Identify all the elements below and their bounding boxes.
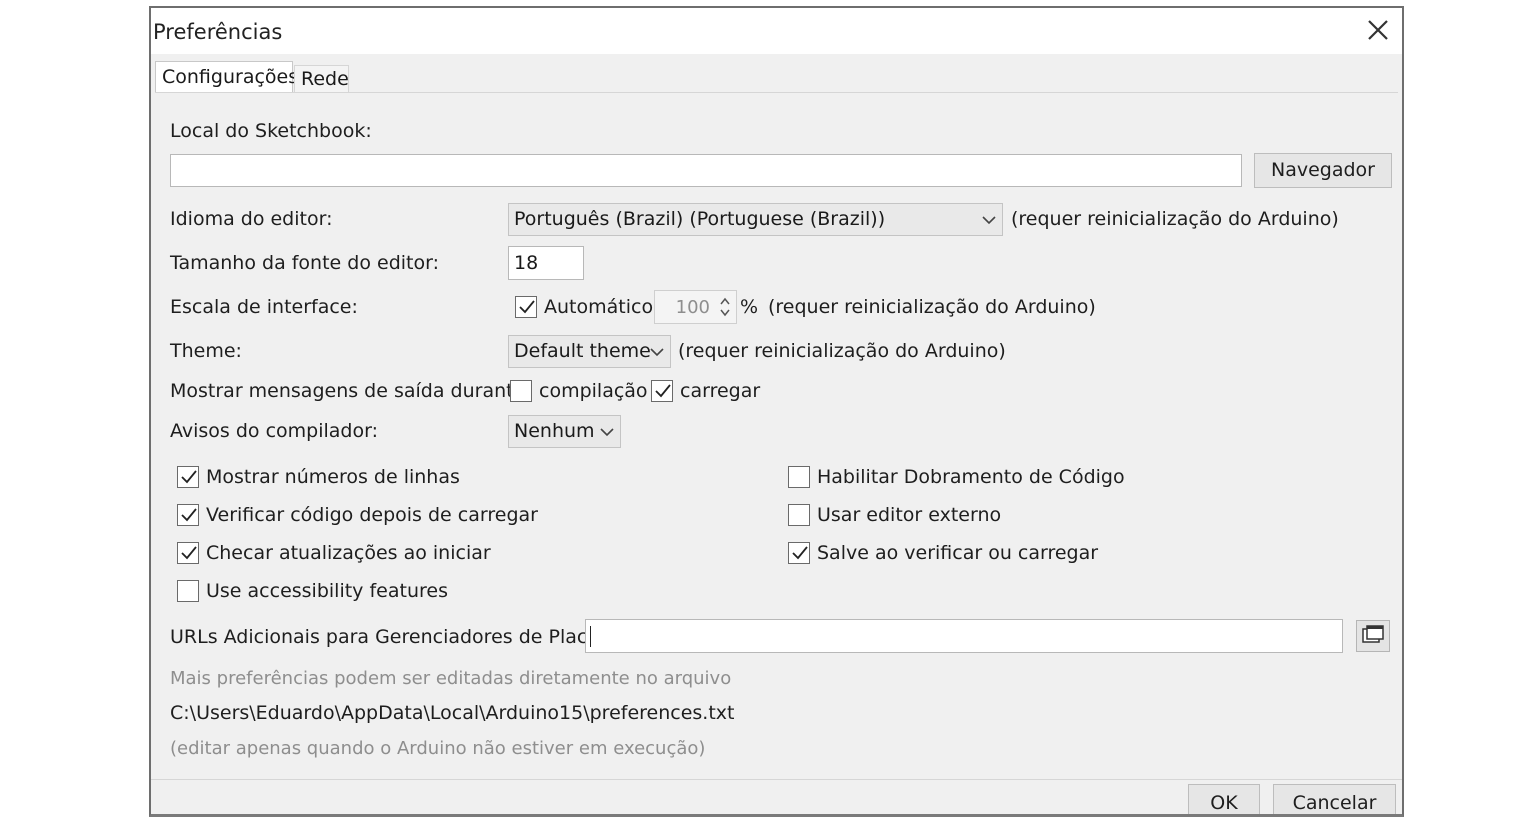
accessibility-checkbox[interactable] (177, 580, 199, 602)
tab-rede[interactable]: Rede (294, 65, 349, 93)
check-icon (655, 384, 671, 398)
scale-value: 100 (675, 297, 710, 318)
scale-label: Escala de interface: (170, 296, 358, 318)
language-select[interactable]: Português (Brazil) (Portuguese (Brazil)) (508, 203, 1003, 236)
window-expand-icon[interactable] (1356, 620, 1390, 652)
check-icon (792, 546, 808, 560)
scale-spinner[interactable]: 100 (654, 290, 737, 324)
tab-configuracoes[interactable]: Configurações (155, 61, 298, 93)
warnings-value: Nenhum (514, 420, 595, 442)
edit-note: (editar apenas quando o Arduino não esti… (170, 738, 706, 759)
preferences-path: C:\Users\Eduardo\AppData\Local\Arduino15… (170, 702, 735, 724)
theme-label: Theme: (170, 340, 242, 362)
title-bar: Preferências (151, 8, 1402, 54)
chevron-down-icon (982, 208, 996, 228)
preferences-dialog: Preferências Configurações Rede Local do… (149, 6, 1404, 817)
check-icon (519, 300, 535, 314)
close-icon[interactable] (1364, 16, 1392, 44)
spinner-arrows-icon[interactable] (718, 296, 732, 322)
verify-after-upload-label: Verificar código depois de carregar (206, 504, 538, 526)
output-compile-checkbox[interactable] (510, 380, 532, 402)
check-icon (181, 546, 197, 560)
show-line-numbers-checkbox[interactable] (177, 466, 199, 488)
verify-after-upload-checkbox[interactable] (177, 504, 199, 526)
chevron-down-icon (600, 420, 614, 440)
chevron-down-icon (650, 340, 664, 360)
code-folding-checkbox[interactable] (788, 466, 810, 488)
scale-auto-label: Automático (544, 296, 654, 318)
language-label: Idioma do editor: (170, 208, 333, 230)
scale-unit: % (740, 296, 759, 318)
browse-button[interactable]: Navegador (1254, 153, 1392, 188)
warnings-select[interactable]: Nenhum (508, 415, 621, 448)
sketchbook-label: Local do Sketchbook: (170, 120, 372, 142)
board-urls-label: URLs Adicionais para Gerenciadores de Pl… (170, 626, 616, 648)
show-line-numbers-label: Mostrar números de linhas (206, 466, 460, 488)
ok-button[interactable]: OK (1188, 784, 1260, 814)
font-size-label: Tamanho da fonte do editor: (170, 252, 439, 274)
output-label: Mostrar mensagens de saída durante: (170, 380, 532, 402)
save-on-verify-checkbox[interactable] (788, 542, 810, 564)
output-upload-label: carregar (680, 380, 761, 402)
tab-bar: Configurações Rede (151, 55, 1402, 93)
check-icon (181, 508, 197, 522)
theme-value: Default theme (514, 340, 651, 362)
external-editor-checkbox[interactable] (788, 504, 810, 526)
check-updates-label: Checar atualizações ao iniciar (206, 542, 491, 564)
settings-panel: Local do Sketchbook: Navegador Idioma do… (155, 92, 1398, 779)
theme-restart-note: (requer reinicialização do Arduino) (678, 340, 1006, 362)
code-folding-label: Habilitar Dobramento de Código (817, 466, 1125, 488)
external-editor-label: Usar editor externo (817, 504, 1002, 526)
sketchbook-input[interactable] (170, 154, 1242, 187)
warnings-label: Avisos do compilador: (170, 420, 378, 442)
font-size-input[interactable]: 18 (508, 246, 584, 280)
accessibility-label: Use accessibility features (206, 580, 448, 602)
text-cursor (590, 626, 591, 647)
window-title: Preferências (153, 20, 283, 44)
check-updates-checkbox[interactable] (177, 542, 199, 564)
output-compile-label: compilação (539, 380, 648, 402)
more-prefs-note: Mais preferências podem ser editadas dir… (170, 668, 732, 689)
cancel-button[interactable]: Cancelar (1273, 784, 1396, 814)
language-value: Português (Brazil) (Portuguese (Brazil)) (514, 208, 886, 230)
scale-restart-note: (requer reinicialização do Arduino) (768, 296, 1096, 318)
output-upload-checkbox[interactable] (651, 380, 673, 402)
check-icon (181, 470, 197, 484)
board-urls-input[interactable] (585, 619, 1343, 653)
scale-auto-checkbox[interactable] (515, 296, 537, 318)
save-on-verify-label: Salve ao verificar ou carregar (817, 542, 1099, 564)
dialog-footer: OK Cancelar (151, 779, 1402, 814)
theme-select[interactable]: Default theme (508, 335, 671, 368)
language-restart-note: (requer reinicialização do Arduino) (1011, 208, 1339, 230)
